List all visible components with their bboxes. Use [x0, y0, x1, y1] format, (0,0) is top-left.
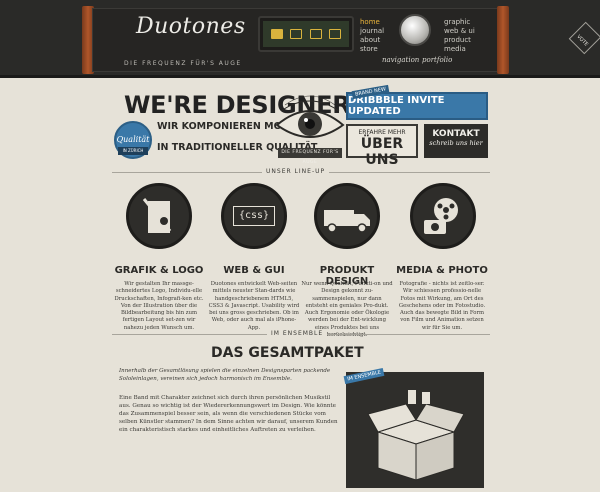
navigation-label: navigation [382, 56, 420, 64]
site-logo[interactable]: Duotones [136, 14, 246, 39]
headphones-icon[interactable] [309, 29, 322, 39]
vote-badge[interactable]: VOTE [568, 21, 600, 55]
nav-item-about[interactable]: about [360, 36, 384, 45]
film-reel-icon [424, 198, 458, 234]
ensemble-illustration [346, 372, 484, 488]
wood-panel-right [497, 6, 509, 74]
gesamtpaket-title: DAS GESAMTPAKET [211, 345, 364, 361]
service-title-web: WEB & GUI [223, 265, 285, 276]
seal-ribbon: IN ZÜRICH [118, 147, 148, 155]
service-text-media: Fotografie - nichts ist zeitlo-ser. Wir … [398, 281, 486, 331]
radio-display [258, 16, 354, 52]
portfolio-label: portfolio [422, 56, 453, 64]
eye-illustration-icon [275, 95, 345, 138]
nav-item-home[interactable]: home [360, 18, 384, 27]
about-big-label: ÜBER UNS [360, 136, 404, 168]
site-header: Duotones DIE FREQUENZ FÜR'S AUGE home jo… [0, 0, 600, 78]
service-title-grafik: GRAFIK & LOGO [114, 265, 204, 276]
section-label-lineup: UNSER LINE-UP [262, 168, 330, 175]
journal-icon[interactable] [290, 29, 303, 39]
nav-item-graphic[interactable]: graphic [444, 18, 475, 27]
section-label-ensemble: IM ENSEMBLE [267, 330, 328, 337]
pen-nib-icon [142, 198, 172, 233]
home-icon[interactable] [270, 29, 283, 39]
nav-item-journal[interactable]: journal [360, 27, 384, 36]
about-us-button[interactable]: ERFAHRE MEHR ÜBER UNS [346, 124, 418, 168]
main-navigation: home journal about store [360, 18, 384, 54]
service-text-web: Duotones entwickelt Web-seiten mittels n… [208, 281, 300, 331]
contact-button[interactable]: KONTAKT schreib uns hier [424, 124, 488, 158]
nav-item-media[interactable]: media [444, 45, 475, 54]
service-text-grafik: Wir gestalten Ihr massge-schneidertes Lo… [114, 281, 204, 331]
contact-label: KONTAKT [432, 129, 480, 139]
nav-item-web-ui[interactable]: web & ui [444, 27, 475, 36]
gesamtpaket-intro: Innerhalb der Gesamtlösung spielen die e… [119, 368, 331, 382]
contact-sub-label: schreib uns hier [429, 139, 483, 147]
display-screen [263, 21, 349, 47]
truck-icon [324, 210, 370, 233]
css-icon: {css} [233, 206, 275, 226]
gesamtpaket-body: Eine Band mit Charakter zeichnet sich du… [119, 395, 338, 433]
site-tagline: DIE FREQUENZ FÜR'S AUGE [124, 60, 242, 67]
cart-icon[interactable] [329, 29, 342, 39]
portfolio-navigation: graphic web & ui product media [444, 18, 475, 54]
service-title-media: MEDIA & PHOTO [396, 265, 488, 276]
nav-item-store[interactable]: store [360, 45, 384, 54]
tuning-knob[interactable] [399, 14, 431, 46]
nav-item-product[interactable]: product [444, 36, 475, 45]
eye-ribbon: DIE FREQUENZ FÜR'S AUGE [278, 148, 342, 165]
about-small-label: ERFAHRE MEHR [358, 129, 406, 136]
open-box-icon [367, 390, 465, 481]
